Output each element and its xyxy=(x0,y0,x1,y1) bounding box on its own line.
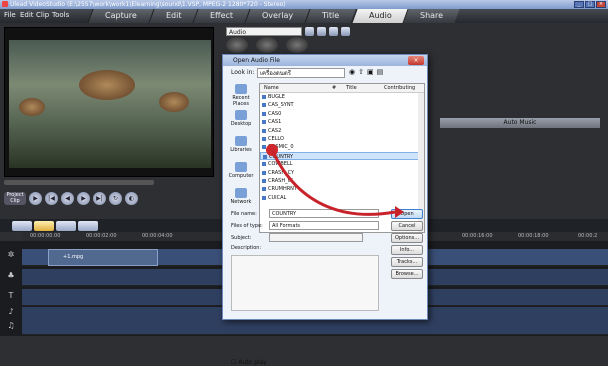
annotation-arrow xyxy=(266,144,404,218)
annotation-curve xyxy=(270,149,396,216)
annotation-arrowhead xyxy=(395,206,404,218)
auto-play-checkbox[interactable]: ☐ Auto play xyxy=(231,359,267,366)
